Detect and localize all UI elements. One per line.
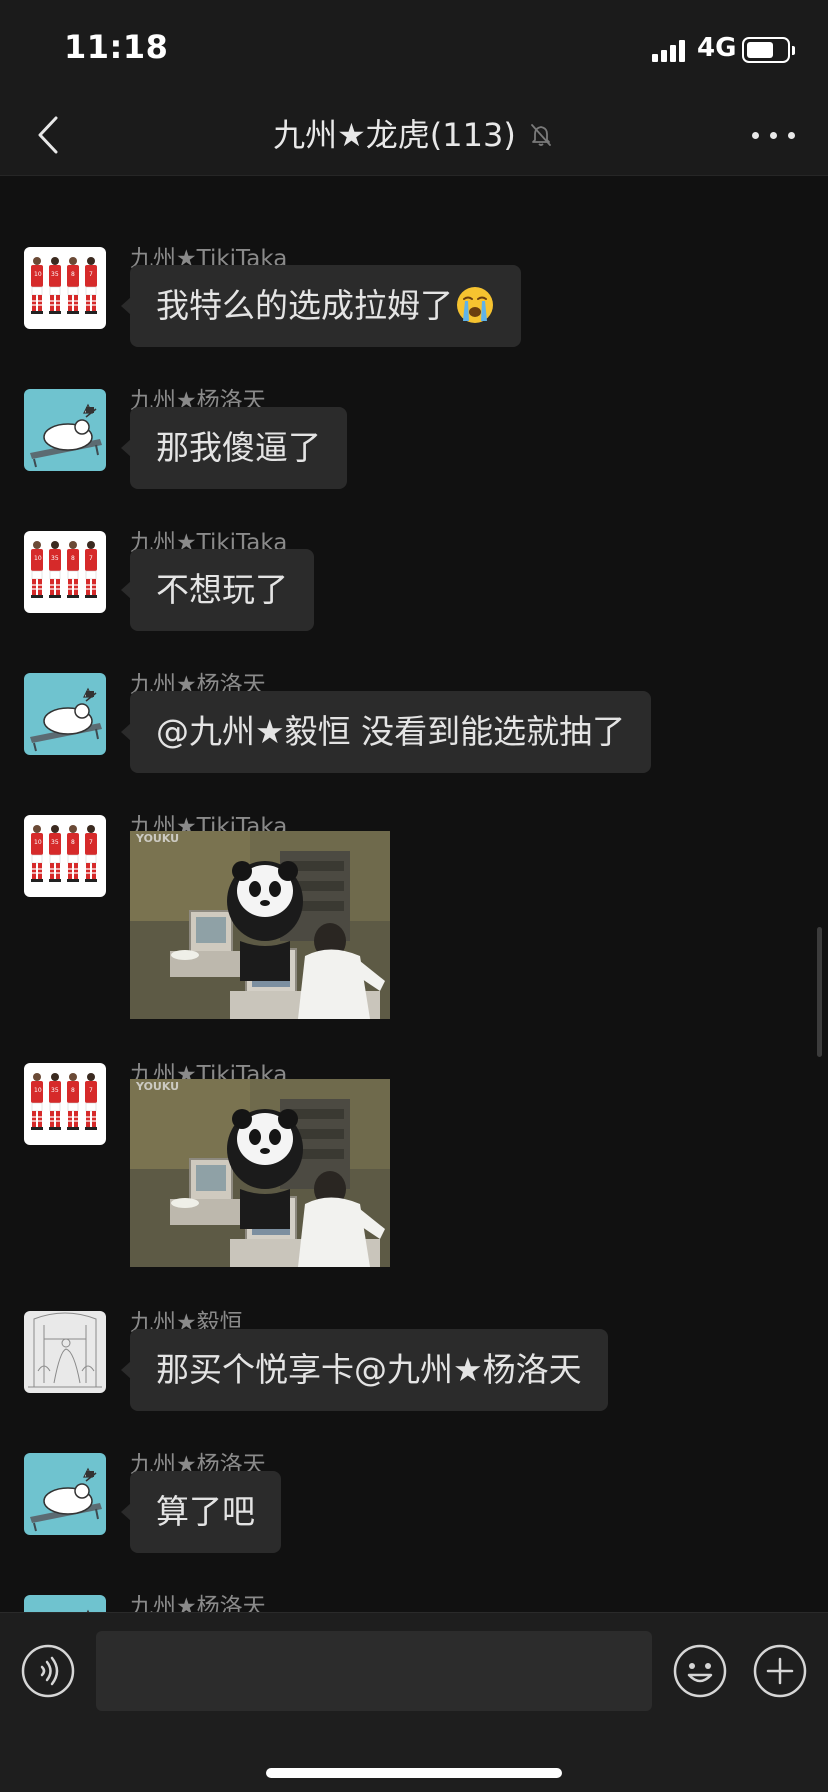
avatar[interactable] <box>24 247 106 329</box>
avatar[interactable] <box>24 1595 106 1612</box>
voice-button[interactable] <box>20 1643 76 1699</box>
bell-slash-icon <box>531 124 551 146</box>
back-button[interactable] <box>26 110 76 160</box>
avatar[interactable] <box>24 531 106 613</box>
nav-bar: 九州★龙虎(113) <box>0 96 828 176</box>
chevron-left-icon <box>38 116 58 154</box>
plus-icon <box>753 1644 807 1698</box>
message-text: 我特么的选成拉姆了 <box>156 286 453 325</box>
message-bubble[interactable]: @九州★毅恒 没看到能选就抽了 <box>120 691 652 773</box>
status-time: 11:18 <box>64 28 169 66</box>
page-title: 九州★龙虎(113) <box>273 116 516 154</box>
avatar[interactable] <box>24 389 106 471</box>
battery-icon <box>742 37 795 63</box>
message-bubble[interactable]: 算了吧 <box>121 1471 281 1553</box>
message-input[interactable] <box>96 1631 652 1711</box>
chat-list[interactable]: 吐槽 九州★TikiTaka 我特么的选成拉姆了 九州★杨洛天 那我傻逼了 九州… <box>0 177 828 1612</box>
network-label: 4G <box>697 33 737 63</box>
message-bubble[interactable]: 那我傻逼了 <box>121 407 347 489</box>
crying-face-icon <box>457 286 493 323</box>
avatar[interactable] <box>24 673 106 755</box>
avatar[interactable] <box>24 815 106 897</box>
voice-icon <box>21 1644 75 1698</box>
message-bubble[interactable]: 不想玩了 <box>121 549 314 631</box>
title-area: 九州★龙虎(113) <box>150 110 678 160</box>
emoji-icon <box>673 1644 727 1698</box>
plus-button[interactable] <box>752 1643 808 1699</box>
avatar[interactable] <box>24 1063 106 1145</box>
more-button[interactable] <box>746 110 802 160</box>
message-bubble[interactable]: 那买个悦享卡@九州★杨洛天 <box>121 1329 608 1411</box>
home-indicator[interactable] <box>266 1768 562 1778</box>
input-bar <box>0 1612 828 1792</box>
avatar[interactable] <box>24 1311 106 1393</box>
image-message[interactable] <box>130 831 390 1019</box>
message-bubble[interactable]: 我特么的选成拉姆了 <box>121 265 521 347</box>
signal-icon <box>652 40 688 62</box>
avatar[interactable] <box>24 1453 106 1535</box>
emoji-button[interactable] <box>672 1643 728 1699</box>
image-message[interactable] <box>130 1079 390 1267</box>
scrollbar[interactable] <box>817 927 822 1057</box>
sender-name: 九州★杨洛天 <box>130 1594 266 1612</box>
status-bar: 11:18 4G <box>0 0 828 96</box>
